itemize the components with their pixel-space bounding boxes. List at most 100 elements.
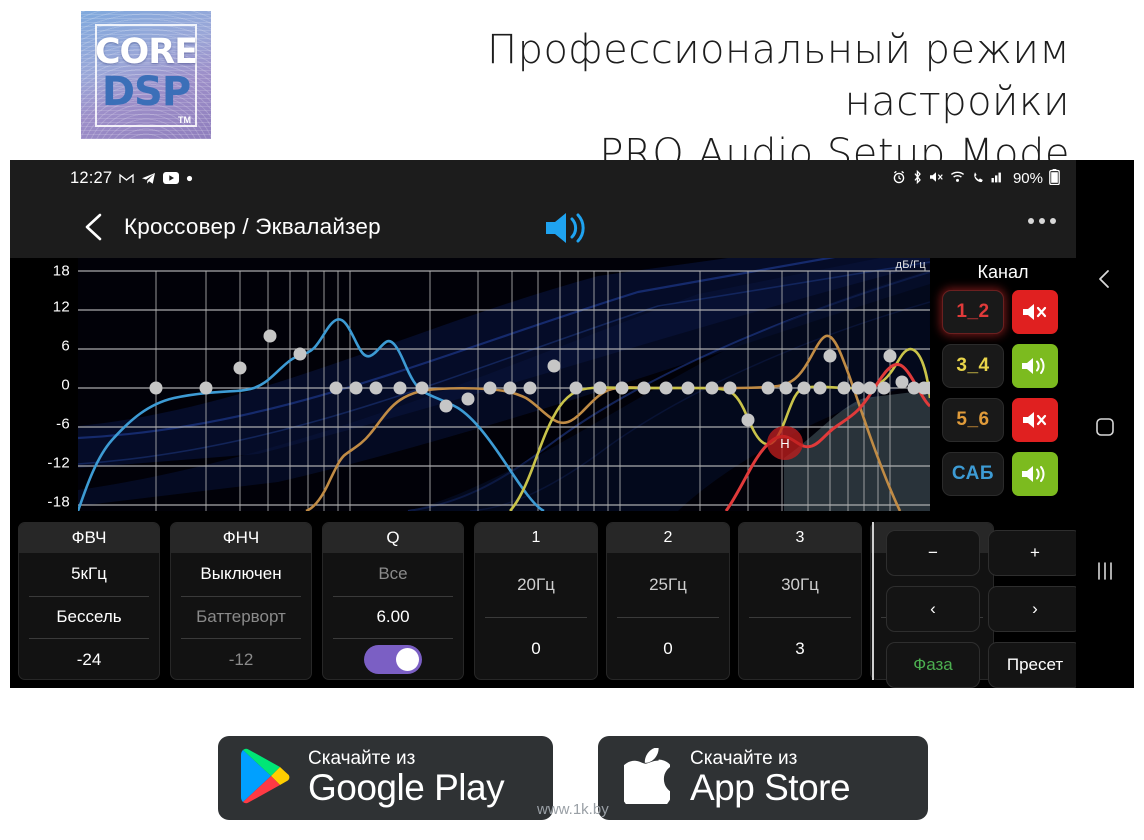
google-play-badge[interactable]: Скачайте из Google Play	[218, 736, 553, 820]
q-title: Q	[323, 523, 463, 553]
graph-y-axis: 18 12 6 0 -6 -12 -18	[10, 258, 78, 516]
band-3-gain[interactable]: 3	[749, 617, 851, 679]
channel-row-sub: САБ	[942, 452, 1066, 496]
eq-curves-svg	[78, 258, 930, 511]
speaker-on-icon[interactable]	[538, 206, 594, 250]
eq-band-card-3[interactable]: 3 30Гц 3	[738, 522, 862, 680]
mute-toggle-sub[interactable]	[1012, 452, 1058, 496]
dot-icon	[186, 175, 193, 182]
site-watermark: www.1k.by	[537, 801, 609, 818]
channel-button-3-4[interactable]: 3_4	[942, 344, 1004, 388]
core-dsp-logo: CORE DSP TM	[81, 11, 211, 139]
phone-screenshot: 12:27 90% Кроссовер / Эквалайзер 18 12 6…	[10, 160, 1134, 688]
speaker-on-icon	[1022, 466, 1045, 482]
bands-right-divider	[872, 522, 874, 680]
nav-recents-icon[interactable]	[1076, 560, 1134, 587]
y-tick-0: 0	[61, 376, 70, 394]
channel-selector-panel: Канал 1_2 3_4 5_6 САБ	[930, 258, 1076, 516]
increase-button[interactable]: +	[988, 530, 1082, 576]
lowpass-frequency[interactable]: Выключен	[171, 553, 311, 596]
battery-icon	[1049, 168, 1060, 188]
lowpass-filter-card[interactable]: ФНЧ Выключен Баттерворт -12	[170, 522, 312, 680]
highpass-frequency[interactable]: 5кГц	[19, 553, 159, 596]
lowpass-slope[interactable]: -12	[181, 638, 301, 679]
page-title: Кроссовер / Эквалайзер	[124, 214, 381, 239]
logo-trademark: TM	[178, 115, 191, 125]
nav-back-icon[interactable]	[1076, 268, 1134, 295]
band-3-frequency[interactable]: 30Гц	[739, 553, 861, 617]
q-factor-card[interactable]: Q Все 6.00	[322, 522, 464, 680]
channel-button-sub[interactable]: САБ	[942, 452, 1004, 496]
band-1-frequency[interactable]: 20Гц	[475, 553, 597, 617]
band-2-index: 2	[607, 523, 729, 553]
wifi-icon	[950, 170, 965, 186]
eq-band-card-1[interactable]: 1 20Гц 0	[474, 522, 598, 680]
android-status-bar: 12:27 90%	[10, 160, 1076, 196]
eq-band-card-2[interactable]: 2 25Гц 0	[606, 522, 730, 680]
channel-button-5-6[interactable]: 5_6	[942, 398, 1004, 442]
status-clock: 12:27	[70, 168, 113, 187]
band-2-gain[interactable]: 0	[617, 617, 719, 679]
highpass-type[interactable]: Бессель	[29, 595, 149, 639]
band-1-gain[interactable]: 0	[485, 617, 587, 679]
google-play-name: Google Play	[308, 766, 505, 808]
app-store-name: App Store	[690, 766, 851, 808]
channel-row-5-6: 5_6	[942, 398, 1066, 442]
app-store-badge[interactable]: Скачайте из App Store	[598, 736, 928, 820]
status-bar-right: 90%	[892, 160, 1060, 196]
channel-row-1-2: 1_2	[942, 290, 1066, 334]
mute-toggle-3-4[interactable]	[1012, 344, 1058, 388]
mute-toggle-1-2[interactable]	[1012, 290, 1058, 334]
band-2-frequency[interactable]: 25Гц	[607, 553, 729, 617]
y-tick-m18: -18	[47, 493, 70, 511]
app-title-bar: Кроссовер / Эквалайзер	[10, 196, 1076, 258]
q-value[interactable]: 6.00	[333, 595, 453, 639]
google-play-text: Скачайте из Google Play	[308, 747, 505, 808]
nav-home-icon[interactable]	[1076, 416, 1134, 443]
highpass-filter-card[interactable]: ФВЧ 5кГц Бессель -24	[18, 522, 160, 680]
overflow-menu-icon[interactable]	[1028, 218, 1056, 224]
band-3-index: 3	[739, 523, 861, 553]
bluetooth-icon	[912, 169, 923, 187]
android-nav-bar	[1076, 160, 1134, 688]
decrease-button[interactable]: −	[886, 530, 980, 576]
speaker-on-icon	[1022, 358, 1045, 374]
y-tick-6: 6	[61, 337, 70, 355]
q-link-toggle[interactable]	[364, 645, 422, 675]
eq-plot-area[interactable]: дБ/Гц H	[78, 258, 930, 511]
app-store-subtitle: Скачайте из	[690, 747, 798, 769]
y-tick-m6: -6	[56, 415, 70, 433]
promo-header: CORE DSP TM Профессиональный режим настр…	[0, 0, 1144, 177]
sub-highpass-marker[interactable]: H	[767, 426, 803, 460]
preset-button[interactable]: Пресет	[988, 642, 1082, 688]
graph-unit-label: дБ/Гц	[895, 259, 926, 271]
y-tick-m12: -12	[47, 454, 70, 472]
battery-percent: 90%	[1012, 169, 1043, 187]
band-1-index: 1	[475, 523, 597, 553]
logo-word-core: CORE	[94, 32, 198, 72]
next-button[interactable]: ›	[988, 586, 1082, 632]
y-tick-12: 12	[52, 298, 70, 316]
prev-button[interactable]: ‹	[886, 586, 980, 632]
q-toggle-knob	[396, 648, 419, 672]
highpass-slope[interactable]: -24	[29, 638, 149, 679]
mute-icon	[929, 170, 944, 187]
channel-row-3-4: 3_4	[942, 344, 1066, 388]
signal-icon	[991, 170, 1005, 186]
highpass-title: ФВЧ	[19, 523, 159, 553]
promo-title: Профессиональный режим настройки PRO Aud…	[270, 24, 1070, 180]
back-button[interactable]	[78, 210, 112, 244]
apple-icon	[617, 746, 673, 811]
q-scope[interactable]: Все	[323, 553, 463, 596]
gmail-icon	[119, 172, 134, 184]
phase-button[interactable]: Фаза	[886, 642, 980, 688]
status-bar-left: 12:27	[70, 160, 193, 196]
bottom-controls-bar: ФВЧ 5кГц Бессель -24 ФНЧ Выключен Баттер…	[10, 516, 1082, 688]
mute-toggle-5-6[interactable]	[1012, 398, 1058, 442]
speaker-muted-icon	[1023, 412, 1047, 428]
lowpass-type[interactable]: Баттерворт	[181, 595, 301, 639]
google-play-subtitle: Скачайте из	[308, 747, 416, 769]
q-toggle-row	[333, 638, 453, 679]
channel-button-1-2[interactable]: 1_2	[942, 290, 1004, 334]
y-tick-18: 18	[52, 262, 70, 280]
